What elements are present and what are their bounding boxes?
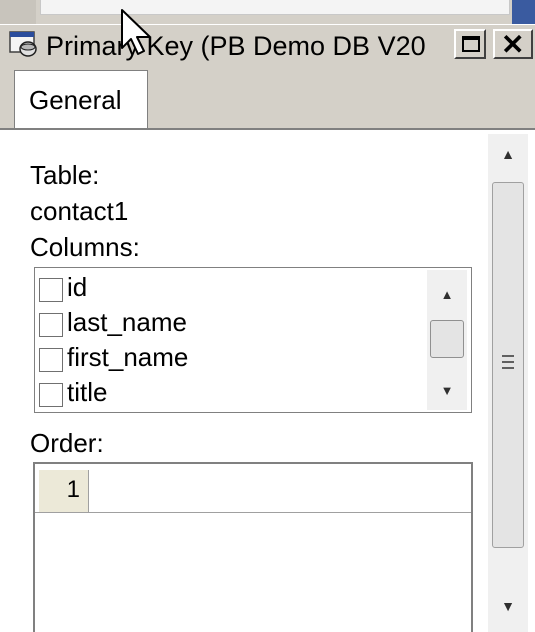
- primary-key-icon: [8, 29, 38, 59]
- columns-listbox[interactable]: id last_name first_name title ▲ ▼: [34, 267, 472, 413]
- column-checkbox[interactable]: [39, 348, 63, 372]
- page-scrollbar[interactable]: ▲ ▼: [488, 134, 528, 632]
- table-value: contact1: [30, 196, 129, 226]
- tab-general-label: General: [29, 85, 122, 115]
- columns-label: Columns:: [30, 232, 140, 262]
- scroll-down-icon[interactable]: ▼: [427, 374, 467, 408]
- background-window-strip: [0, 0, 535, 24]
- background-window-field: [40, 0, 510, 15]
- column-name: first_name: [67, 342, 189, 372]
- background-window-edge: [0, 0, 36, 24]
- close-icon: ✕: [501, 29, 525, 60]
- order-grid[interactable]: 1: [33, 462, 473, 632]
- maximize-button[interactable]: [454, 29, 486, 59]
- scroll-up-icon[interactable]: ▲: [488, 134, 528, 174]
- maximize-icon: [462, 36, 480, 52]
- close-button[interactable]: ✕: [493, 29, 533, 59]
- tab-strip: General: [0, 64, 535, 132]
- column-checkbox[interactable]: [39, 278, 63, 302]
- scroll-grip-icon: [502, 355, 514, 369]
- order-row-number: 1: [39, 470, 89, 512]
- column-checkbox[interactable]: [39, 313, 63, 337]
- columns-scroll-thumb[interactable]: [430, 320, 464, 358]
- column-checkbox[interactable]: [39, 383, 63, 407]
- mouse-cursor-icon: [121, 9, 151, 55]
- column-name: last_name: [67, 307, 187, 337]
- page-scroll-thumb[interactable]: [492, 182, 524, 548]
- scroll-up-icon[interactable]: ▲: [427, 278, 467, 312]
- tab-general[interactable]: General: [14, 70, 148, 132]
- window-title: Primary Key (PB Demo DB V20: [46, 31, 426, 61]
- columns-scrollbar[interactable]: ▲ ▼: [427, 270, 467, 410]
- scroll-down-icon[interactable]: ▼: [488, 586, 528, 626]
- order-label: Order:: [30, 428, 104, 458]
- background-window-scroll-edge: [512, 0, 535, 24]
- table-label: Table:: [30, 160, 100, 190]
- order-row[interactable]: 1: [35, 470, 471, 513]
- column-name: title: [67, 377, 108, 407]
- title-bar[interactable]: Primary Key (PB Demo DB V20 ✕: [0, 24, 535, 65]
- column-name: id: [67, 272, 88, 302]
